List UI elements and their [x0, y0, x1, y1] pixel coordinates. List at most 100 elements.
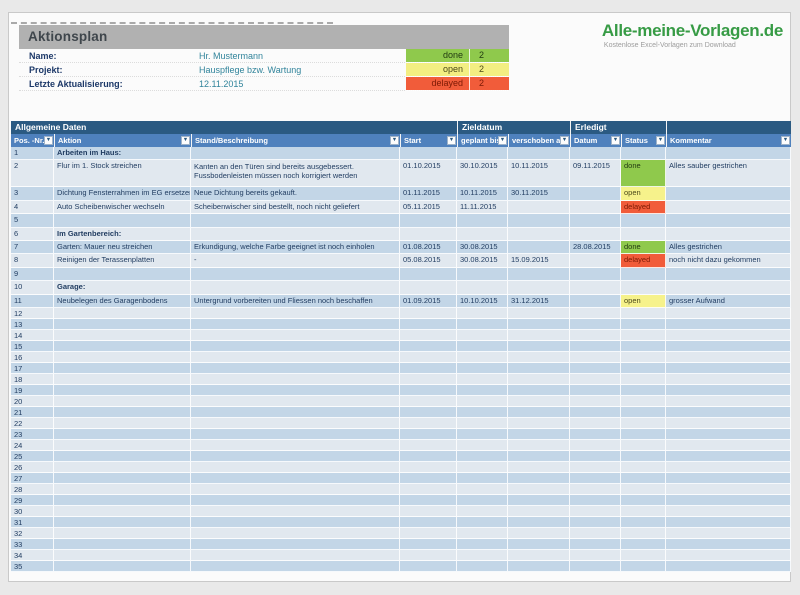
table-cell[interactable]: 24: [11, 439, 54, 451]
table-cell[interactable]: [570, 406, 621, 418]
table-cell[interactable]: 28: [11, 483, 54, 495]
table-cell[interactable]: 19: [11, 384, 54, 396]
table-cell[interactable]: [666, 450, 791, 462]
table-cell[interactable]: [508, 461, 570, 473]
table-cell[interactable]: 33: [11, 538, 54, 550]
table-cell[interactable]: [400, 340, 457, 352]
table-cell[interactable]: 25: [11, 450, 54, 462]
table-cell[interactable]: 01.08.2015: [400, 240, 457, 255]
table-cell[interactable]: [54, 318, 191, 330]
table-cell[interactable]: [666, 439, 791, 451]
table-cell[interactable]: [54, 214, 191, 228]
table-cell[interactable]: [570, 560, 621, 572]
table-cell[interactable]: [457, 494, 508, 506]
table-cell[interactable]: [191, 560, 400, 572]
table-cell[interactable]: [457, 214, 508, 228]
table-cell[interactable]: [54, 329, 191, 341]
table-cell[interactable]: [621, 549, 666, 561]
table-cell[interactable]: 26: [11, 461, 54, 473]
table-cell[interactable]: [457, 417, 508, 429]
table-cell[interactable]: [621, 516, 666, 528]
table-cell[interactable]: Kanten an den Türen sind bereits ausgebe…: [191, 160, 400, 188]
table-cell[interactable]: 15: [11, 340, 54, 352]
table-cell[interactable]: 05.08.2015: [400, 254, 457, 268]
table-cell[interactable]: [666, 351, 791, 363]
table-cell[interactable]: 01.09.2015: [400, 294, 457, 308]
table-cell[interactable]: [621, 428, 666, 440]
table-cell[interactable]: [191, 483, 400, 495]
table-cell[interactable]: [570, 384, 621, 396]
table-cell[interactable]: [508, 281, 570, 295]
table-cell[interactable]: [621, 227, 666, 241]
table-cell[interactable]: [191, 538, 400, 550]
table-cell[interactable]: 01.11.2015: [400, 187, 457, 201]
table-cell[interactable]: [508, 505, 570, 517]
table-cell[interactable]: [666, 307, 791, 319]
table-cell[interactable]: [400, 505, 457, 517]
table-cell[interactable]: [457, 384, 508, 396]
table-cell[interactable]: [54, 494, 191, 506]
table-cell[interactable]: [457, 450, 508, 462]
table-cell[interactable]: [570, 549, 621, 561]
table-cell[interactable]: [400, 472, 457, 484]
table-cell[interactable]: 7: [11, 240, 54, 255]
table-cell[interactable]: [570, 395, 621, 407]
table-cell[interactable]: 10.11.2015: [457, 187, 508, 201]
table-cell[interactable]: [570, 538, 621, 550]
table-cell[interactable]: [400, 417, 457, 429]
table-cell[interactable]: [54, 428, 191, 440]
table-cell[interactable]: [666, 395, 791, 407]
table-cell[interactable]: [666, 516, 791, 528]
table-cell[interactable]: [457, 549, 508, 561]
table-cell[interactable]: 32: [11, 527, 54, 539]
field-value[interactable]: Hr. Mustermann: [199, 49, 263, 63]
table-cell[interactable]: [666, 472, 791, 484]
table-cell[interactable]: [570, 428, 621, 440]
table-cell[interactable]: Neue Dichtung bereits gekauft.: [191, 187, 400, 201]
table-cell[interactable]: [570, 472, 621, 484]
table-cell[interactable]: [621, 450, 666, 462]
table-cell[interactable]: [54, 483, 191, 495]
status-badge[interactable]: done: [621, 240, 666, 255]
table-cell[interactable]: [191, 428, 400, 440]
table-cell[interactable]: [54, 505, 191, 517]
table-cell[interactable]: 05.11.2015: [400, 200, 457, 215]
table-cell[interactable]: [400, 362, 457, 374]
table-cell[interactable]: [457, 406, 508, 418]
table-cell[interactable]: 30.11.2015: [508, 187, 570, 201]
table-cell[interactable]: [570, 147, 621, 161]
table-cell[interactable]: Neubelegen des Garagenbodens: [54, 294, 191, 308]
table-cell[interactable]: [508, 549, 570, 561]
table-cell[interactable]: [621, 395, 666, 407]
table-cell[interactable]: [191, 351, 400, 363]
table-cell[interactable]: [400, 560, 457, 572]
table-cell[interactable]: 10.10.2015: [457, 294, 508, 308]
table-cell[interactable]: 11.11.2015: [457, 200, 508, 215]
table-cell[interactable]: [508, 373, 570, 385]
table-cell[interactable]: [400, 281, 457, 295]
table-cell[interactable]: [457, 340, 508, 352]
table-cell[interactable]: [191, 318, 400, 330]
filter-dropdown-icon[interactable]: ▼: [611, 136, 620, 145]
table-cell[interactable]: [400, 439, 457, 451]
filter-dropdown-icon[interactable]: ▼: [781, 136, 790, 145]
table-cell[interactable]: [191, 281, 400, 295]
table-cell[interactable]: [666, 227, 791, 241]
table-cell[interactable]: [400, 494, 457, 506]
table-cell[interactable]: 30.10.2015: [457, 160, 508, 188]
table-cell[interactable]: 23: [11, 428, 54, 440]
table-cell[interactable]: [54, 461, 191, 473]
table-cell[interactable]: [457, 351, 508, 363]
table-cell[interactable]: [570, 505, 621, 517]
table-cell[interactable]: [666, 483, 791, 495]
table-cell[interactable]: [54, 307, 191, 319]
table-cell[interactable]: [621, 267, 666, 282]
table-cell[interactable]: [457, 373, 508, 385]
table-cell[interactable]: [666, 362, 791, 374]
table-cell[interactable]: [666, 318, 791, 330]
table-cell[interactable]: [400, 395, 457, 407]
table-cell[interactable]: [457, 472, 508, 484]
table-cell[interactable]: [400, 483, 457, 495]
table-cell[interactable]: 21: [11, 406, 54, 418]
table-cell[interactable]: Arbeiten im Haus:: [54, 147, 191, 161]
